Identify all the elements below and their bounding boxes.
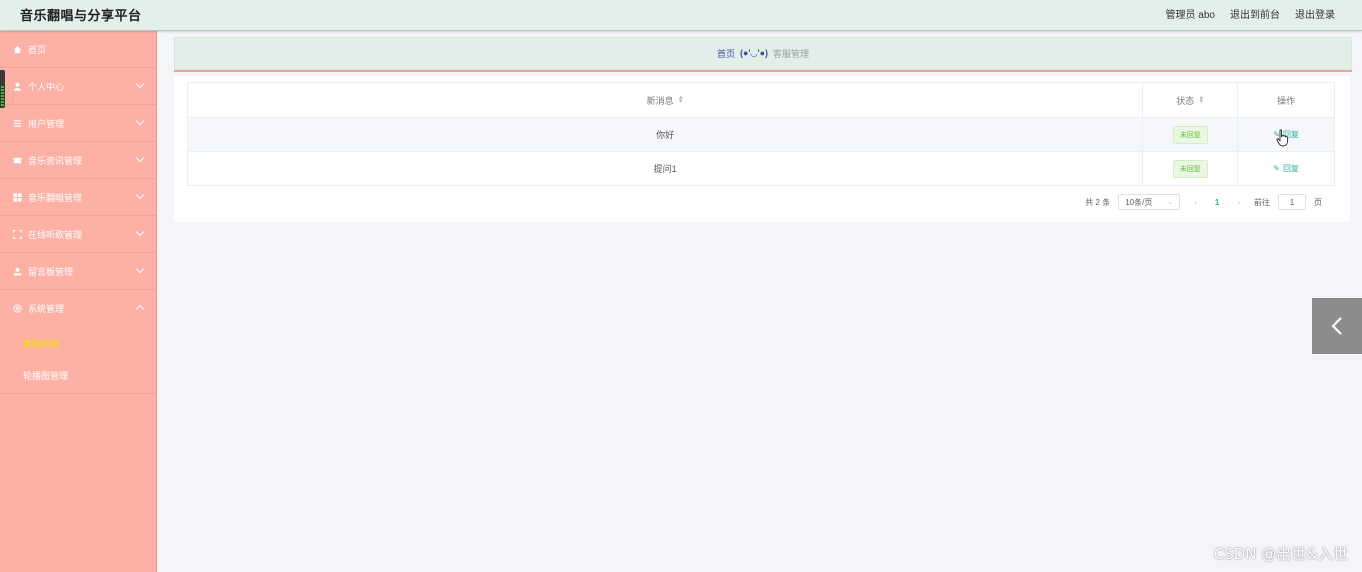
sidebar-item-user-management[interactable]: 用户管理 [0,105,156,142]
message-cell: 提问1 [188,152,1144,185]
next-page-button[interactable]: › [1231,198,1246,207]
ticket-icon [13,156,22,165]
sidebar-item-music-cover[interactable]: 音乐翻唱管理 [0,179,156,216]
chevron-down-icon [135,264,145,274]
app-title: 音乐翻唱与分享平台 [20,8,142,23]
content-panel: 新消息 ▲ ▼ 状态 ▲ ▼ 操作 你好 未回复 ✎ 回复 提问1 未回复 ✎ … [174,76,1350,222]
status-cell: 未回复 [1143,118,1239,151]
chevron-down-icon [135,153,145,163]
gear-icon [13,304,22,313]
sidebar-item-home[interactable]: 首页 [0,31,156,68]
table-header-row: 新消息 ▲ ▼ 状态 ▲ ▼ 操作 [188,83,1334,118]
column-label: 状态 [1176,95,1195,106]
top-bar: 音乐翻唱与分享平台 管理员 abo 退出到前台 退出登录 [0,0,1362,31]
sidebar-item-label: 系统管理 [28,304,65,314]
sidebar-subitem-customer-service[interactable]: 客服管理 [0,327,156,359]
sidebar-item-music-news[interactable]: 音乐资讯管理 [0,142,156,179]
goto-label: 前往 [1254,197,1270,207]
sidebar-item-label: 用户管理 [28,118,65,129]
chevron-down-icon: ⌄ [1167,199,1174,206]
reply-label: 回复 [1282,164,1299,173]
sidebar-item-online-listening[interactable]: 在线听歌管理 [0,216,156,253]
column-header-message[interactable]: 新消息 ▲ ▼ [188,83,1144,117]
sort-icon[interactable]: ▲ ▼ [678,95,684,105]
sidebar-item-label: 音乐翻唱管理 [28,192,83,203]
chevron-down-icon [135,227,145,237]
panel-collapse-toggle[interactable] [1312,298,1362,354]
sidebar-item-personal-center[interactable]: 个人中心 [0,68,156,105]
status-badge: 未回复 [1172,159,1208,178]
breadcrumb: 首页 (●'◡'●) 客服管理 [174,37,1352,70]
admin-user-label: 管理员 abo [1165,10,1215,21]
logout-link[interactable]: 退出登录 [1295,6,1335,21]
grid-icon [13,192,22,202]
sidebar-item-label: 首页 [28,44,47,55]
list-icon [13,119,22,128]
table-row: 提问1 未回复 ✎ 回复 [188,152,1334,185]
total-count: 共 2 条 [1085,197,1111,207]
hand-cursor-icon [1276,129,1289,147]
chevron-down-icon [135,79,145,89]
page-size-value: 10条/页 [1125,197,1153,207]
column-header-action: 操作 [1238,83,1334,117]
sidebar-subitem-carousel[interactable]: 轮播图管理 [0,359,156,391]
table-row: 你好 未回复 ✎ 回复 [188,118,1334,152]
breadcrumb-home-link[interactable]: 首页 [717,47,735,60]
user-icon [13,82,22,91]
column-label: 新消息 [646,95,674,106]
messages-table: 新消息 ▲ ▼ 状态 ▲ ▼ 操作 你好 未回复 ✎ 回复 提问1 未回复 ✎ … [187,82,1335,186]
sidebar-item-label: 音乐资讯管理 [28,155,83,166]
watermark: CSDN @出世&入世 [1213,545,1348,563]
system-submenu: 客服管理 轮播图管理 [0,327,156,394]
edit-icon: ✎ [1273,164,1280,173]
column-header-status[interactable]: 状态 ▲ ▼ [1143,83,1239,117]
sidebar-item-system-management[interactable]: 系统管理 [0,290,156,327]
breadcrumb-current: 客服管理 [773,49,810,59]
prev-page-button[interactable]: ‹ [1188,198,1203,207]
sidebar: 首页 个人中心 用户管理 音乐资讯管理 音乐翻唱管理 在线听歌管理 留言板管理 … [0,31,157,572]
column-label: 操作 [1277,95,1296,106]
frame-icon [13,229,22,239]
person-stamp-icon [13,267,22,276]
page-size-select[interactable]: 10条/页 ⌄ [1118,194,1181,210]
edge-drawer-handle[interactable] [0,70,5,108]
sidebar-item-label: 个人中心 [28,81,65,92]
goto-page-input[interactable] [1278,194,1306,210]
breadcrumb-emoticon: (●'◡'●) [739,48,769,58]
sidebar-item-message-board[interactable]: 留言板管理 [0,253,156,290]
status-cell: 未回复 [1143,152,1239,185]
sidebar-item-label: 在线听歌管理 [28,229,83,240]
page-number-current[interactable]: 1 [1211,198,1223,207]
action-cell: ✎ 回复 [1238,152,1334,185]
chevron-left-icon [1331,317,1342,335]
header-links: 管理员 abo 退出到前台 退出登录 [1166,6,1335,21]
reply-button[interactable]: ✎ 回复 [1273,163,1299,174]
pagination: 共 2 条 10条/页 ⌄ ‹ 1 › 前往 页 [1085,194,1322,210]
sort-icon[interactable]: ▲ ▼ [1198,95,1204,105]
home-icon [13,45,22,54]
chevron-down-icon [135,116,145,126]
message-cell: 你好 [188,118,1144,151]
back-to-front-link[interactable]: 退出到前台 [1230,6,1280,21]
chevron-up-icon [135,304,145,314]
status-badge: 未回复 [1172,125,1208,144]
sidebar-item-label: 留言板管理 [28,266,74,277]
page-suffix: 页 [1314,197,1322,207]
chevron-down-icon [135,190,145,200]
